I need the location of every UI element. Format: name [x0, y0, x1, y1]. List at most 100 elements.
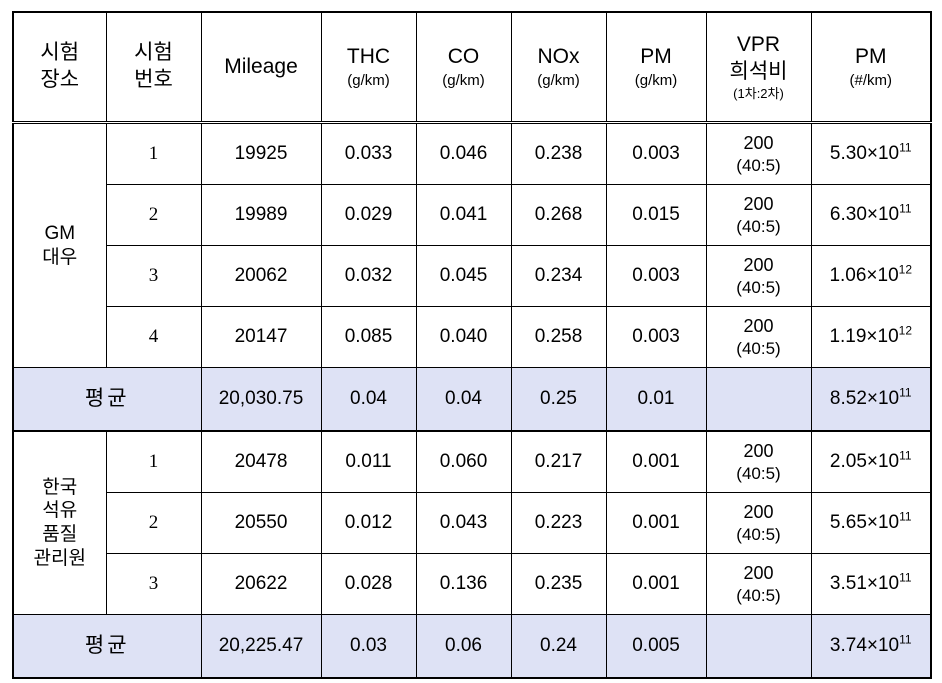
pm-number-mantissa: 5.30×10 [829, 143, 900, 165]
cell-co: 0.046 [415, 122, 512, 185]
vpr-stage-detail: (40:5) [736, 216, 781, 236]
cell-mileage: 19925 [200, 122, 322, 185]
cell-vpr-dilution: 200 (40:5) [705, 122, 812, 185]
cell-co: 0.045 [415, 245, 512, 307]
cell-average-pm-number: 8.52×1011 [810, 367, 932, 432]
column-header-pm-number: PM (#/km) [810, 11, 932, 124]
cell-nox: 0.234 [510, 245, 607, 307]
cell-pm-number: 3.51×1011 [810, 553, 932, 615]
cell-pm-number: 5.30×1011 [810, 122, 932, 185]
cell-average-nox: 0.25 [510, 367, 607, 432]
emissions-table-container: 시험 장소 시험 번호 Mileage THC (g/km) CO (g/km) [12, 11, 932, 679]
vpr-ratio: 200 [743, 255, 774, 276]
table-row: 2 19989 0.029 0.041 0.268 0.015 200 (40:… [13, 184, 932, 246]
table-average-row: 평균 20,225.47 0.03 0.06 0.24 0.005 3.74×1… [12, 614, 932, 679]
column-header-test-number: 시험 번호 [105, 11, 202, 124]
header-vpr-stage-unit: (1차:2차) [733, 85, 784, 101]
column-header-pm-mass: PM (g/km) [605, 11, 707, 124]
test-place-line1: 한국 [42, 476, 78, 498]
pm-number-mantissa: 1.19×10 [829, 326, 899, 348]
table-row: GM 대우 1 19925 0.033 0.046 0.238 0.003 20… [12, 122, 932, 368]
pm-number-mantissa: 2.05×10 [829, 451, 900, 473]
cell-pm-number: 1.19×1012 [810, 306, 932, 368]
vpr-stage-detail: (40:5) [736, 338, 781, 358]
test-place-line3: 품질 [42, 524, 78, 545]
header-pm-mass-unit: (g/km) [634, 72, 678, 90]
header-nox-label: NOx [537, 44, 580, 68]
header-vpr-label: VPR [736, 33, 781, 57]
header-mileage-label: Mileage [224, 55, 298, 79]
average-label: 평균 [12, 614, 202, 679]
pm-number-exponent: 11 [899, 632, 912, 647]
cell-average-mileage: 20,030.75 [200, 367, 322, 432]
vpr-stage-detail: (40:5) [736, 277, 781, 297]
cell-average-vpr-dilution [705, 367, 812, 432]
cell-test-number: 2 [105, 492, 202, 554]
pm-number-exponent: 12 [898, 323, 913, 338]
vpr-stage-detail: (40:5) [736, 524, 781, 544]
cell-mileage: 20622 [200, 553, 322, 615]
cell-test-number: 3 [105, 553, 202, 615]
column-header-vpr-dilution: VPR 희석비 (1차:2차) [705, 11, 812, 124]
cell-mileage: 20147 [200, 306, 322, 368]
cell-thc: 0.029 [320, 184, 417, 246]
cell-co: 0.136 [415, 553, 512, 615]
cell-pm-mass: 0.003 [605, 122, 707, 185]
pm-number-exponent: 11 [899, 448, 912, 463]
vpr-ratio: 200 [743, 563, 774, 584]
header-thc-unit: (g/km) [347, 72, 390, 90]
cell-test-place: GM 대우 [12, 122, 107, 368]
cell-pm-number: 2.05×1011 [810, 430, 932, 493]
header-nox-unit: (g/km) [537, 72, 580, 90]
cell-vpr-dilution: 200 (40:5) [705, 306, 812, 368]
pm-number-exponent: 11 [899, 140, 912, 155]
pm-number-mantissa: 5.65×10 [829, 512, 900, 534]
cell-mileage: 20550 [200, 492, 322, 554]
cell-thc: 0.011 [320, 430, 417, 493]
cell-average-thc: 0.03 [320, 614, 417, 679]
pm-number-mantissa: 1.06×10 [829, 265, 899, 287]
cell-vpr-dilution: 200 (40:5) [705, 430, 812, 493]
cell-pm-mass: 0.001 [605, 492, 707, 554]
pm-number-exponent: 11 [899, 201, 912, 216]
cell-test-number: 1 [105, 122, 202, 185]
vpr-stage-detail: (40:5) [736, 463, 781, 483]
cell-vpr-dilution: 200 (40:5) [705, 245, 812, 307]
cell-pm-mass: 0.003 [605, 306, 707, 368]
column-header-thc: THC (g/km) [320, 11, 417, 124]
cell-nox: 0.258 [510, 306, 607, 368]
cell-pm-mass: 0.001 [605, 430, 707, 493]
cell-average-vpr-dilution [705, 614, 812, 679]
header-test-place-line1: 시험 [40, 41, 80, 65]
cell-test-place: 한국 석유 품질 관리원 [12, 430, 107, 615]
table-row: 3 20062 0.032 0.045 0.234 0.003 200 (40:… [13, 245, 932, 307]
cell-test-number: 2 [105, 184, 202, 246]
vpr-ratio: 200 [743, 502, 774, 523]
column-header-co: CO (g/km) [415, 11, 512, 124]
cell-nox: 0.268 [510, 184, 607, 246]
header-co-unit: (g/km) [442, 72, 485, 90]
pm-number-exponent: 11 [899, 385, 912, 400]
cell-vpr-dilution: 200 (40:5) [705, 184, 812, 246]
column-header-mileage: Mileage [200, 11, 322, 124]
table-row: 4 20147 0.085 0.040 0.258 0.003 200 (40:… [13, 306, 932, 368]
cell-test-number: 3 [105, 245, 202, 307]
test-place-line2: 석유 [42, 500, 78, 522]
cell-pm-mass: 0.003 [605, 245, 707, 307]
table-average-row: 평균 20,030.75 0.04 0.04 0.25 0.01 8.52×10… [12, 367, 932, 432]
column-header-nox: NOx (g/km) [510, 11, 607, 124]
test-place-line4: 관리원 [33, 547, 86, 569]
pm-number-exponent: 11 [899, 509, 912, 524]
vpr-stage-detail: (40:5) [736, 155, 781, 175]
cell-test-number: 1 [105, 430, 202, 493]
cell-thc: 0.033 [320, 122, 417, 185]
cell-nox: 0.238 [510, 122, 607, 185]
cell-thc: 0.032 [320, 245, 417, 307]
header-thc-label: THC [346, 44, 391, 68]
cell-co: 0.060 [415, 430, 512, 493]
table-row: 3 20622 0.028 0.136 0.235 0.001 200 (40:… [13, 553, 932, 615]
cell-nox: 0.223 [510, 492, 607, 554]
table-header-row: 시험 장소 시험 번호 Mileage THC (g/km) CO (g/km) [12, 11, 932, 124]
cell-nox: 0.217 [510, 430, 607, 493]
cell-mileage: 20062 [200, 245, 322, 307]
